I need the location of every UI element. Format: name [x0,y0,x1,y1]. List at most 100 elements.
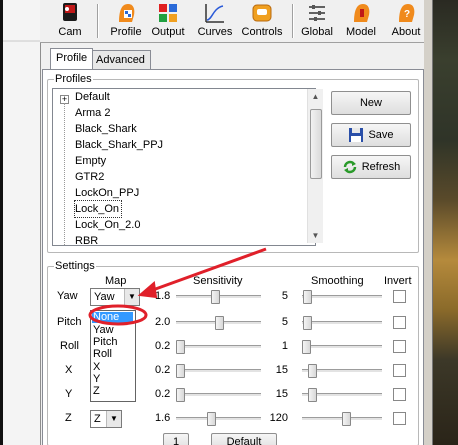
invert-checkbox[interactable] [393,388,406,401]
profile-icon [119,4,135,22]
invert-checkbox[interactable] [393,340,406,353]
tab-advanced[interactable]: Advanced [90,50,151,69]
left-window-strip [0,0,41,445]
sensitivity-slider-track[interactable] [176,345,261,349]
number-button[interactable]: 1 [163,433,189,445]
tb-about-label: About [391,26,421,38]
tb-profile-button[interactable]: Profile [108,0,144,40]
right-frame [424,0,433,445]
scroll-thumb[interactable] [310,109,322,179]
tb-cam-button[interactable]: Cam [54,0,86,40]
sensitivity-slider-thumb[interactable] [176,388,185,402]
save-button-label: Save [368,129,394,141]
tb-curves-button[interactable]: Curves [196,0,234,40]
camera-icon [63,3,77,21]
tb-about-button[interactable]: ? About [388,0,424,40]
list-item[interactable]: Arma 2 [75,105,110,121]
svg-text:?: ? [404,9,410,20]
dropdown-option-yaw[interactable]: Yaw [93,325,114,336]
global-sliders-icon [309,5,325,21]
save-button[interactable]: Save [331,123,411,147]
tb-profile-label: Profile [110,26,142,38]
smoothing-value: 5 [281,290,288,302]
dropdown-option-none[interactable]: None [92,312,133,323]
invert-checkbox[interactable] [393,290,406,303]
list-item-selected[interactable]: Lock_On [73,200,123,218]
sensitivity-slider-thumb[interactable] [215,316,224,330]
tb-model-button[interactable]: Model [343,0,379,40]
sensitivity-slider-track[interactable] [176,369,261,373]
chevron-down-icon[interactable]: ▼ [106,411,121,427]
smoothing-slider-thumb[interactable] [303,290,312,304]
invert-header: Invert [384,275,412,287]
profiles-scrollbar[interactable]: ▲ ▼ [307,89,323,243]
smoothing-slider-track[interactable] [302,295,382,299]
refresh-icon [343,160,356,174]
chevron-down-icon[interactable]: ▼ [124,289,139,305]
app-window: Cam Profile Output Curves Controls Globa… [0,0,458,445]
map-header: Map [105,275,127,287]
list-item[interactable]: GTR2 [75,169,104,185]
smoothing-slider-thumb[interactable] [308,388,317,402]
map-combobox[interactable]: Z ▼ [90,410,122,428]
smoothing-header: Smoothing [311,275,364,287]
smoothing-slider-thumb[interactable] [308,364,317,378]
scroll-up-icon[interactable]: ▲ [308,89,323,104]
new-button[interactable]: New [331,91,411,115]
smoothing-slider-thumb[interactable] [302,340,311,354]
left-edge [0,0,3,445]
curves-icon [205,4,224,23]
dropdown-option-x[interactable]: X [93,362,100,373]
sensitivity-slider-thumb[interactable] [176,364,185,378]
smoothing-slider-thumb[interactable] [342,412,351,426]
smoothing-value: 15 [275,388,288,400]
list-item[interactable]: Black_Shark_PPJ [75,137,163,153]
tb-controls-button[interactable]: Controls [240,0,284,40]
tab-profile[interactable]: Profile [50,48,94,69]
invert-checkbox[interactable] [393,412,406,425]
sensitivity-value: 0.2 [155,364,171,376]
cam-button[interactable] [0,0,40,40]
right-background-strip [424,0,458,445]
dropdown-option-roll[interactable]: Roll [93,349,112,360]
dropdown-option-z[interactable]: Z [93,386,100,397]
sensitivity-value: 0.2 [155,388,171,400]
list-item[interactable]: Empty [75,153,106,169]
tb-controls-label: Controls [241,26,283,38]
sensitivity-slider-track[interactable] [176,417,261,421]
default-button[interactable]: Default [211,433,277,445]
sensitivity-slider-thumb[interactable] [207,412,216,426]
list-item[interactable]: Default [75,89,110,105]
dropdown-option-y[interactable]: Y [93,374,100,385]
refresh-button-label: Refresh [361,161,401,173]
smoothing-value: 5 [281,316,288,328]
list-item[interactable]: Lock_On_2.0 [75,217,140,233]
sensitivity-slider-thumb[interactable] [211,290,220,304]
tb-curves-label: Curves [197,26,233,38]
dropdown-option-pitch[interactable]: Pitch [93,337,117,348]
map-combobox-value: Yaw [94,291,115,303]
list-item[interactable]: Black_Shark [75,121,137,137]
tb-global-button[interactable]: Global [298,0,336,40]
sensitivity-slider-track[interactable] [176,393,261,397]
list-item[interactable]: RBR [75,233,98,245]
toolbar: Cam Profile Output Curves Controls Globa… [40,0,424,43]
invert-checkbox[interactable] [393,364,406,377]
model-head-icon [354,4,370,22]
map-combobox[interactable]: Yaw ▼ [90,288,140,306]
smoothing-slider-track[interactable] [302,345,382,349]
invert-checkbox[interactable] [393,316,406,329]
list-item[interactable]: LockOn_PPJ [75,185,139,201]
sensitivity-slider-thumb[interactable] [176,340,185,354]
new-button-label: New [359,97,382,109]
smoothing-slider-track[interactable] [302,321,382,325]
floppy-disk-icon [349,128,364,143]
refresh-button[interactable]: Refresh [331,155,411,179]
row-label-5: Z [65,412,72,424]
scroll-down-icon[interactable]: ▼ [308,228,323,243]
sensitivity-value: 2.0 [155,316,171,328]
smoothing-slider-thumb[interactable] [303,316,312,330]
map-dropdown-list[interactable]: None Yaw Pitch Roll X Y Z [90,310,136,402]
profiles-list[interactable]: + Default Arma 2 Black_Shark Black_Shark… [52,88,316,246]
tb-output-button[interactable]: Output [150,0,186,40]
